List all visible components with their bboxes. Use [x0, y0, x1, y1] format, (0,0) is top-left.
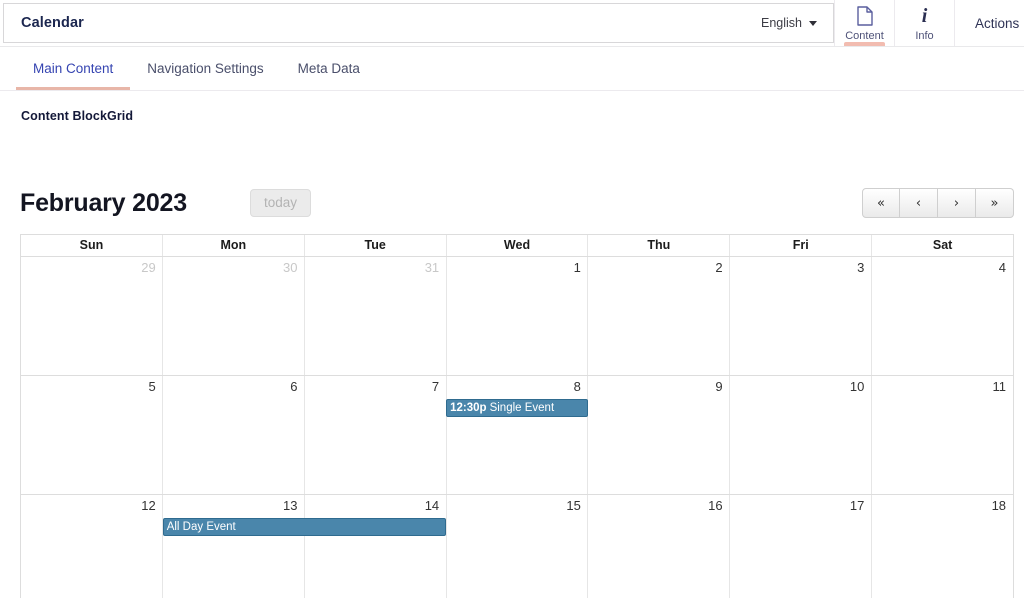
calendar-day-header-sun: Sun	[79, 238, 104, 252]
calendar-grid: Sun Mon Tue Wed Thu Fri Sat 29 30 31 1 2 3 4 5 6 7 8 9 10 1…	[20, 234, 1014, 598]
prev-year-button[interactable]: «	[862, 188, 900, 218]
calendar-event-title: All Day Event	[166, 521, 236, 533]
language-selector[interactable]: English	[761, 16, 823, 30]
calendar-day-header-thu: Thu	[587, 235, 729, 256]
calendar-day-header-wed: Wed	[445, 235, 588, 256]
calendar-event[interactable]: All Day Event	[162, 518, 447, 536]
calendar-week-row: 5 6 7 8 9 10 11 12:30p Single Event	[21, 376, 1013, 495]
calendar-event-title: Single Event	[489, 402, 555, 414]
calendar-week-host: 29 30 31 1 2 3 4 5 6 7 8 9 10 11 12:30p Single Event 12 1…	[21, 257, 1013, 598]
document-name-box: Calendar English	[3, 3, 834, 43]
prev-month-button[interactable]: ‹	[900, 188, 938, 218]
actions-label: Actions	[975, 15, 1020, 31]
calendar-week-row: 29 30 31 1 2 3 4	[21, 257, 1013, 376]
today-button[interactable]: today	[249, 189, 311, 217]
sub-tab-strip: Main Content Navigation Settings Meta Da…	[0, 47, 1024, 91]
next-month-button[interactable]: ›	[938, 188, 976, 218]
tab-main-content-label: Main Content	[33, 61, 114, 76]
calendar-event-time: 12:30p	[450, 402, 487, 414]
tab-content-label: Content	[845, 30, 884, 42]
calendar-day-header-fri: Fri	[729, 235, 871, 256]
calendar-events-layer: 12:30p Single Event	[21, 397, 1013, 494]
document-icon	[856, 5, 873, 27]
calendar-toolbar: February 2023 today « ‹ › »	[20, 182, 1014, 224]
tab-navigation-settings[interactable]: Navigation Settings	[130, 47, 280, 90]
tab-info[interactable]: i Info	[894, 0, 954, 46]
calendar-day-header-tue: Tue	[303, 235, 446, 256]
calendar-title: February 2023	[20, 189, 187, 217]
calendar-day-header-row: Sun Mon Tue Wed Thu Fri Sat	[21, 235, 1013, 257]
content-area: Content BlockGrid	[0, 91, 1024, 123]
next-year-button[interactable]: »	[976, 188, 1014, 218]
calendar-events-layer	[21, 278, 1013, 375]
tab-meta-data-label: Meta Data	[297, 61, 360, 76]
page-title: Calendar	[21, 15, 84, 31]
calendar-nav-group: « ‹ › »	[862, 188, 1014, 218]
calendar-event[interactable]: 12:30p Single Event	[446, 399, 588, 417]
calendar-widget: February 2023 today « ‹ › » Sun Mon Tue Wed…	[0, 182, 1024, 598]
app-tab-strip: Content i Info Actions	[834, 0, 1024, 46]
calendar-week-row: 12 13 14 15 16 17 18 All Day Event	[21, 495, 1013, 598]
tab-info-label: Info	[915, 30, 934, 42]
calendar-events-layer: All Day Event	[21, 516, 1013, 598]
language-label: English	[761, 16, 802, 30]
info-icon: i	[921, 5, 928, 27]
app-header: Calendar English Content i Info Actions	[0, 0, 1024, 47]
actions-button[interactable]: Actions	[954, 0, 1024, 46]
tab-meta-data[interactable]: Meta Data	[281, 47, 377, 90]
block-grid-heading: Content BlockGrid	[21, 109, 134, 123]
calendar-day-header-mon: Mon	[161, 235, 304, 256]
tab-content[interactable]: Content	[834, 0, 894, 46]
tab-navigation-settings-label: Navigation Settings	[147, 61, 264, 76]
chevron-down-icon	[809, 20, 817, 26]
tab-main-content[interactable]: Main Content	[16, 47, 131, 90]
calendar-day-header-sat: Sat	[871, 235, 1013, 256]
